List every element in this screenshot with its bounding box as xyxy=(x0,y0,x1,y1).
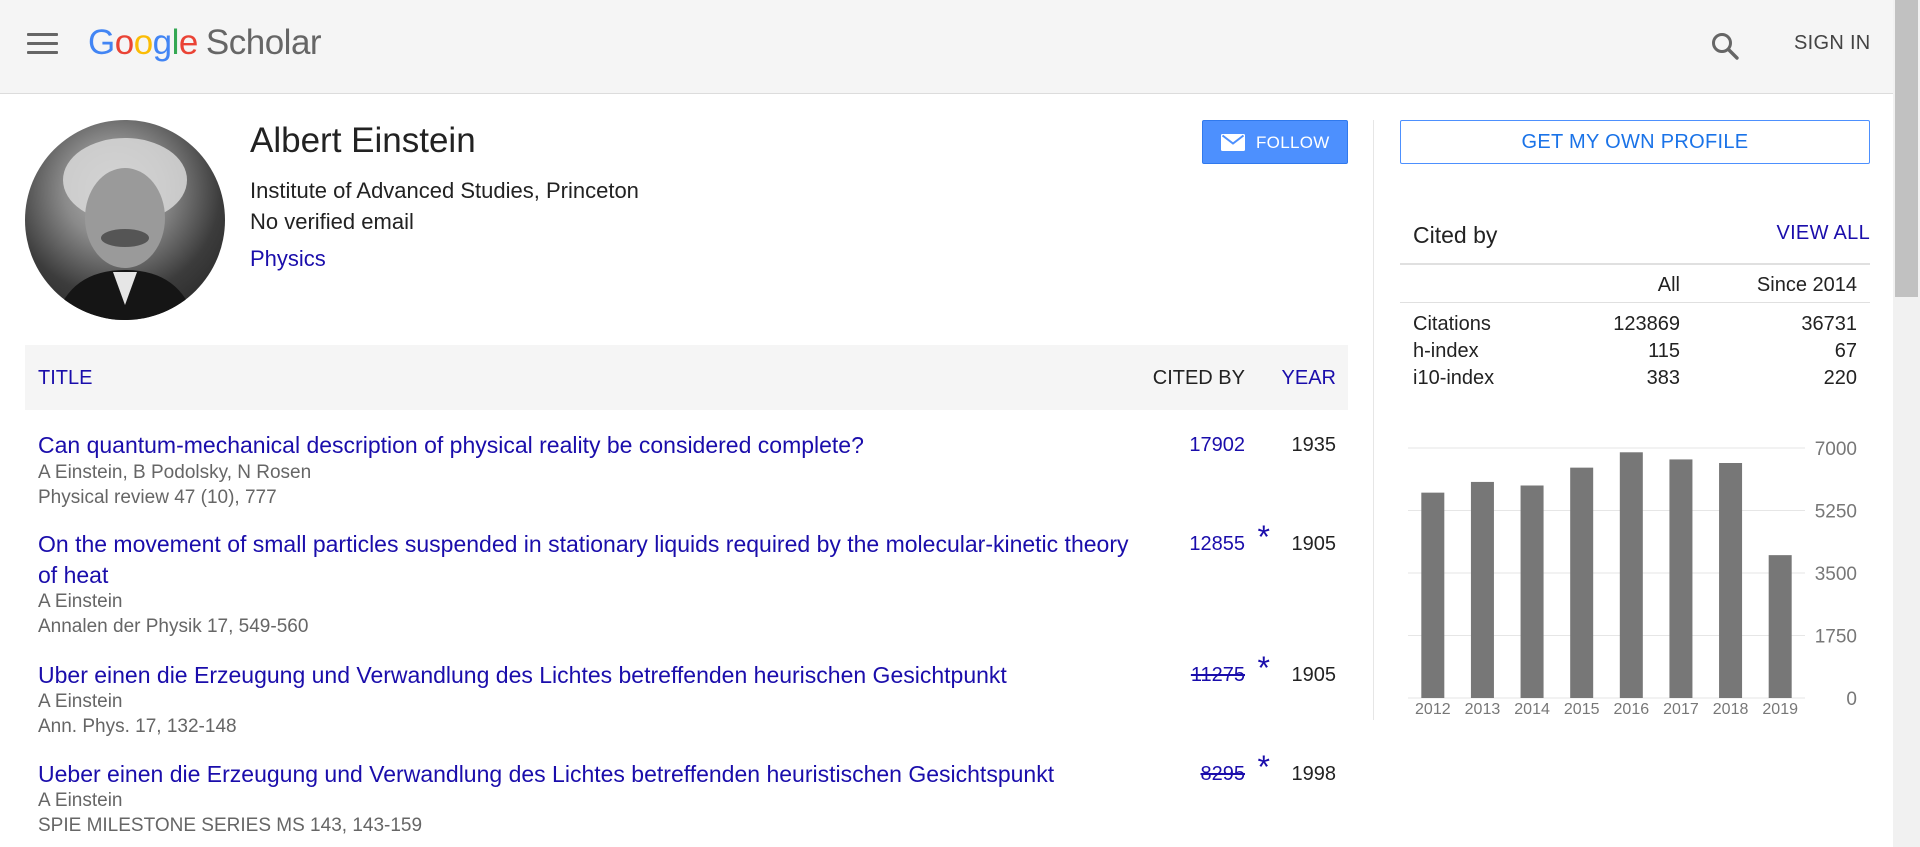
metric-since-value: 67 xyxy=(1834,340,1857,362)
metric-label: h-index xyxy=(1413,340,1479,362)
cited-by-heading: Cited by xyxy=(1413,222,1498,248)
article-title-link[interactable]: On the movement of small particles suspe… xyxy=(38,529,1148,591)
cited-by-count-link[interactable]: 12855 xyxy=(1189,533,1245,556)
research-interest-link[interactable]: Physics xyxy=(250,246,326,272)
search-icon[interactable] xyxy=(1710,31,1740,61)
chart-bar-2014[interactable] xyxy=(1520,485,1544,699)
article-publication: Physical review 47 (10), 777 xyxy=(38,487,277,508)
chart-bar-2016[interactable] xyxy=(1619,452,1643,698)
metric-all-value: 383 xyxy=(1646,367,1680,389)
article-publication: SPIE MILESTONE SERIES MS 143, 143-159 xyxy=(38,815,423,836)
article-publication: Annalen der Physik 17, 549-560 xyxy=(38,616,309,637)
chart-bar-2015[interactable] xyxy=(1570,467,1594,698)
x-tick-label: 2014 xyxy=(1514,701,1550,718)
x-tick-label: 2016 xyxy=(1614,701,1650,718)
article-title-link[interactable]: Ueber einen die Erzeugung und Verwandlun… xyxy=(38,759,1148,790)
cited-by-count-link[interactable]: 8295 xyxy=(1201,763,1246,786)
hamburger-menu-icon[interactable] xyxy=(27,31,58,55)
follow-button-label: FOLLOW xyxy=(1256,133,1330,152)
follow-button[interactable]: FOLLOW xyxy=(1202,120,1348,164)
y-tick-label: 3500 xyxy=(1815,564,1857,585)
view-all-link[interactable]: VIEW ALL xyxy=(1776,222,1870,245)
merged-citations-star[interactable]: * xyxy=(1258,519,1270,556)
sort-by-title-link[interactable]: TITLE xyxy=(38,367,92,390)
article-publication: Ann. Phys. 17, 132-148 xyxy=(38,716,237,737)
metric-label: i10-index xyxy=(1413,367,1495,389)
profile-photo xyxy=(25,120,225,320)
merged-citations-star[interactable]: * xyxy=(1258,650,1270,687)
x-tick-label: 2017 xyxy=(1663,701,1699,718)
chart-bar-2012[interactable] xyxy=(1421,492,1445,698)
column-header-all: All xyxy=(1657,274,1680,296)
article-year: 1905 xyxy=(1291,533,1337,555)
x-tick-label: 2019 xyxy=(1762,701,1798,718)
y-tick-label: 7000 xyxy=(1815,439,1857,460)
sort-by-year-link[interactable]: YEAR xyxy=(1282,367,1336,390)
cited-by-count-link[interactable]: 17902 xyxy=(1189,434,1245,457)
profile-affiliation: Institute of Advanced Studies, Princeton xyxy=(250,178,639,203)
x-tick-label: 2015 xyxy=(1564,701,1600,718)
articles-table-header: TITLE CITED BY YEAR xyxy=(25,345,1348,410)
article-title-link[interactable]: Can quantum-mechanical description of ph… xyxy=(38,430,1148,461)
page-scrollbar[interactable] xyxy=(1893,0,1920,847)
profile-email-status: No verified email xyxy=(250,209,414,234)
article-authors: A Einstein xyxy=(38,790,123,811)
metric-label: Citations xyxy=(1413,313,1491,335)
y-tick-label: 0 xyxy=(1846,689,1857,710)
scrollbar-thumb[interactable] xyxy=(1895,0,1918,297)
y-tick-label: 5250 xyxy=(1815,502,1857,523)
metric-all-value: 115 xyxy=(1648,340,1680,362)
sign-in-link[interactable]: SIGN IN xyxy=(1794,32,1871,55)
citations-per-year-chart: 0 1750 3500 5250 7000 2012 2013 2014 2015 2016 201… xyxy=(1408,439,1857,718)
article-year: 1935 xyxy=(1291,434,1337,456)
article-authors: A Einstein xyxy=(38,691,123,712)
merged-citations-star[interactable]: * xyxy=(1258,749,1270,786)
column-header-since-2014: Since 2014 xyxy=(1756,274,1857,296)
article-year: 1905 xyxy=(1291,664,1337,686)
metric-since-value: 36731 xyxy=(1801,313,1857,335)
article-authors: A Einstein, B Podolsky, N Rosen xyxy=(38,462,312,483)
chart-bar-2018[interactable] xyxy=(1719,463,1743,698)
y-tick-label: 1750 xyxy=(1815,627,1857,648)
chart-bar-2013[interactable] xyxy=(1470,481,1494,698)
article-year: 1998 xyxy=(1291,763,1337,785)
envelope-icon xyxy=(1221,134,1245,151)
divider xyxy=(1400,263,1870,265)
column-divider xyxy=(1373,120,1374,720)
chart-bar-2019[interactable] xyxy=(1768,555,1792,698)
x-tick-label: 2013 xyxy=(1465,701,1501,718)
logo-google-text: Google xyxy=(88,23,198,62)
cited-by-column-header: CITED BY xyxy=(1152,367,1245,389)
metric-since-value: 220 xyxy=(1823,367,1857,389)
divider xyxy=(1400,302,1870,303)
profile-name: Albert Einstein xyxy=(250,121,476,160)
logo-scholar-text: Scholar xyxy=(205,23,322,62)
x-tick-label: 2012 xyxy=(1415,701,1451,718)
chart-bar-2017[interactable] xyxy=(1669,459,1693,698)
x-tick-label: 2018 xyxy=(1713,701,1749,718)
google-scholar-logo[interactable]: Google Scholar xyxy=(88,22,322,64)
article-title-link[interactable]: Uber einen die Erzeugung und Verwandlung… xyxy=(38,660,1148,691)
metric-all-value: 123869 xyxy=(1613,313,1680,335)
top-header: Google Scholar SIGN IN xyxy=(0,0,1893,94)
get-my-own-profile-button[interactable]: GET MY OWN PROFILE xyxy=(1400,120,1870,164)
article-authors: A Einstein xyxy=(38,591,123,612)
cited-by-count-link[interactable]: 11275 xyxy=(1191,664,1245,687)
